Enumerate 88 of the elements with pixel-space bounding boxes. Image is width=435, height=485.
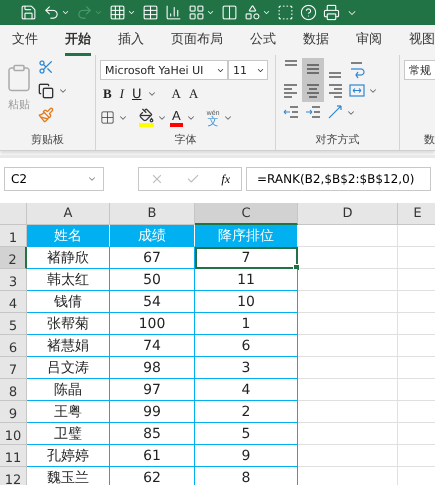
table-cell: 67 — [110, 247, 195, 269]
fill-color-icon[interactable] — [139, 108, 154, 127]
row-header[interactable]: 5 — [0, 313, 27, 335]
align-top-icon — [282, 60, 300, 66]
column-header[interactable]: B — [110, 203, 195, 225]
underline-button[interactable]: U — [129, 86, 145, 102]
copy-icon[interactable] — [38, 83, 54, 99]
help-icon[interactable] — [300, 4, 317, 21]
table-cell: 54 — [110, 291, 195, 313]
table-cell: 98 — [110, 357, 195, 379]
row-header[interactable]: 2 — [0, 247, 27, 269]
ribbon-tab[interactable]: 页面布局 — [171, 24, 223, 56]
align-bottom-icon — [326, 72, 344, 78]
header-cell: 降序排位 — [195, 225, 298, 247]
table-cell: 陈晶 — [27, 379, 110, 401]
save-icon[interactable] — [20, 4, 37, 21]
row-header[interactable]: 9 — [0, 401, 27, 423]
ribbon-tab[interactable]: 插入 — [118, 24, 144, 56]
font-name-field[interactable]: Microsoft YaHei UI — [100, 60, 228, 80]
column-header[interactable]: D — [298, 203, 398, 225]
group-label: 字体 — [174, 132, 198, 148]
formula-field[interactable]: =RANK(B2,$B$2:$B$12,0) — [246, 167, 431, 191]
italic-button[interactable]: I — [116, 86, 128, 102]
table-cell: 50 — [110, 269, 195, 291]
row-header[interactable]: 3 — [0, 269, 27, 291]
ribbon-tab[interactable]: 审阅 — [356, 24, 382, 56]
table-cell: 孔婷婷 — [27, 445, 110, 467]
table-cell[interactable]: 6 — [195, 335, 298, 357]
table-cell: 褚静欣 — [27, 247, 110, 269]
table-cell[interactable]: 3 — [195, 357, 298, 379]
row-header[interactable]: 6 — [0, 335, 27, 357]
shapes-icon[interactable] — [244, 4, 261, 21]
table-cell: 85 — [110, 423, 195, 445]
table-cell: 韩太红 — [27, 269, 110, 291]
column-header[interactable]: E — [398, 203, 435, 225]
print-icon[interactable] — [323, 4, 340, 21]
table-cell: 61 — [110, 445, 195, 467]
table-cell: 吕文涛 — [27, 357, 110, 379]
table-cell: 97 — [110, 379, 195, 401]
bold-button[interactable]: B — [100, 86, 115, 102]
table-cell: 张帮菊 — [27, 313, 110, 335]
row-header[interactable]: 4 — [0, 291, 27, 313]
borders-icon[interactable] — [100, 110, 115, 125]
header-cell: 成绩 — [110, 225, 195, 247]
insert-function-button[interactable]: fx — [221, 172, 230, 186]
group-label: 对齐方式 — [314, 132, 360, 148]
column-header[interactable]: A — [27, 203, 110, 225]
table-cell: 褚慧娟 — [27, 335, 110, 357]
table-cell[interactable]: 7 — [195, 247, 298, 269]
format-painter-icon[interactable] — [38, 107, 54, 123]
table-cell[interactable]: 10 — [195, 291, 298, 313]
ribbon-tab[interactable]: 视图 — [409, 24, 435, 56]
chart-icon[interactable] — [165, 4, 182, 21]
group-label: 剪贴板 — [30, 132, 65, 148]
header-cell: 姓名 — [27, 225, 110, 247]
table-cell: 卫璧 — [27, 423, 110, 445]
row-header[interactable]: 10 — [0, 423, 27, 445]
undo-icon[interactable] — [43, 4, 60, 21]
font-color-button[interactable]: A — [170, 108, 183, 126]
ribbon-tab[interactable]: 文件 — [12, 24, 38, 56]
number-format-field[interactable]: 常规 — [404, 60, 435, 80]
grow-font-button[interactable]: A — [168, 86, 184, 102]
table-cell[interactable]: 1 — [195, 313, 298, 335]
align-button[interactable] — [302, 58, 324, 80]
row-header[interactable]: 1 — [0, 225, 27, 247]
shrink-font-button[interactable]: A — [186, 86, 202, 102]
align-button[interactable] — [302, 80, 324, 102]
ribbon-tab[interactable]: 数据 — [303, 24, 329, 56]
row-header[interactable]: 8 — [0, 379, 27, 401]
row-header[interactable]: 7 — [0, 357, 27, 379]
table-cell[interactable]: 5 — [195, 423, 298, 445]
table-cell: 100 — [110, 313, 195, 335]
column-header[interactable]: C — [195, 203, 298, 225]
group-label: 数 — [423, 132, 435, 148]
table-cell: 钱倩 — [27, 291, 110, 313]
cut-icon[interactable] — [38, 59, 54, 75]
table-cell[interactable]: 4 — [195, 379, 298, 401]
table-cell: 王粤 — [27, 401, 110, 423]
table-cell[interactable]: 9 — [195, 445, 298, 467]
table-cell: 74 — [110, 335, 195, 357]
table-cell[interactable]: 11 — [195, 269, 298, 291]
table-cell: 99 — [110, 401, 195, 423]
ribbon-tab[interactable]: 公式 — [250, 24, 276, 56]
font-size-field[interactable]: 11 — [228, 60, 268, 80]
row-header[interactable]: 11 — [0, 445, 27, 467]
name-box[interactable]: C2 — [4, 167, 104, 191]
table-cell[interactable]: 2 — [195, 401, 298, 423]
row-header[interactable]: 12 — [0, 467, 27, 485]
